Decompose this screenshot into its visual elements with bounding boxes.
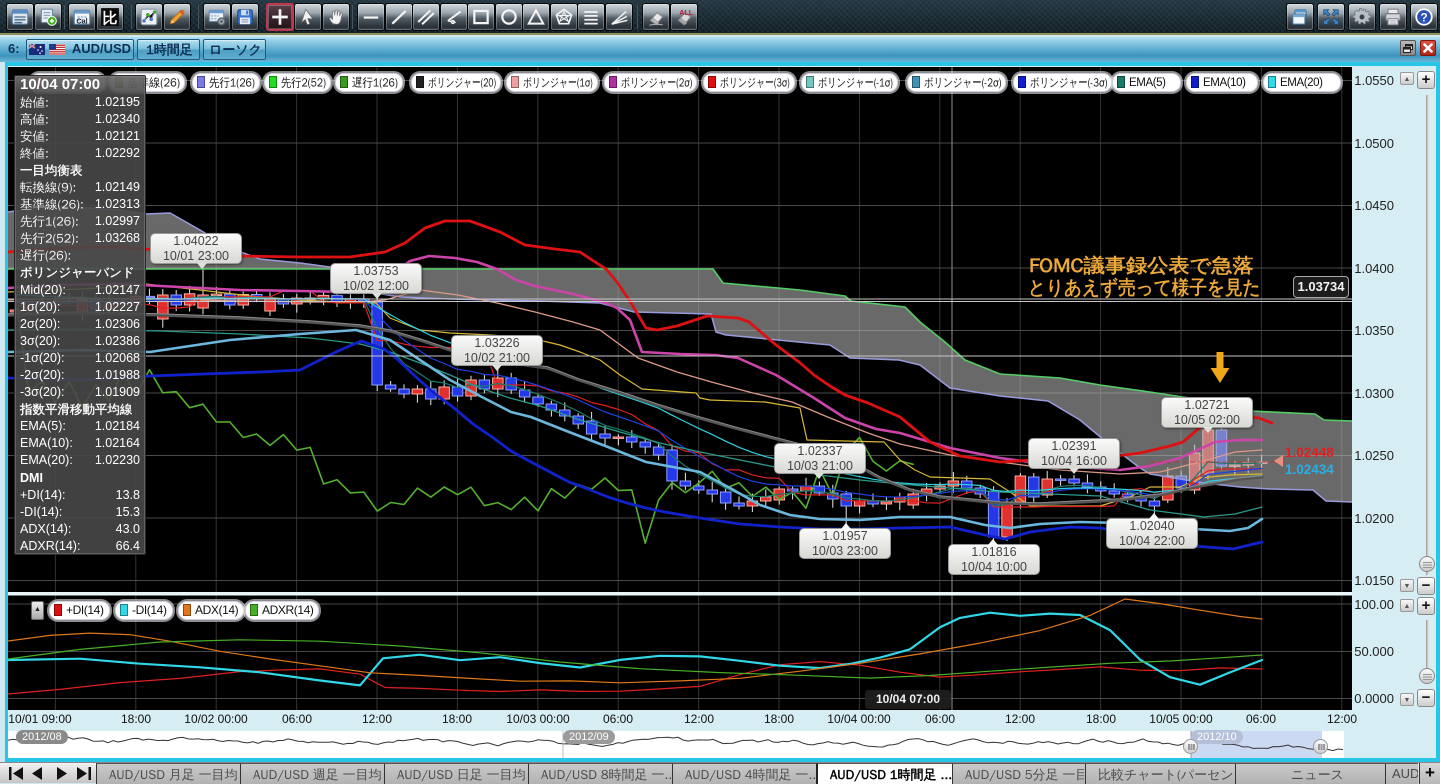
svg-text:?: ? [1420,11,1427,24]
svg-text:ALL: ALL [679,8,694,17]
svg-text:Cal: Cal [76,17,87,26]
